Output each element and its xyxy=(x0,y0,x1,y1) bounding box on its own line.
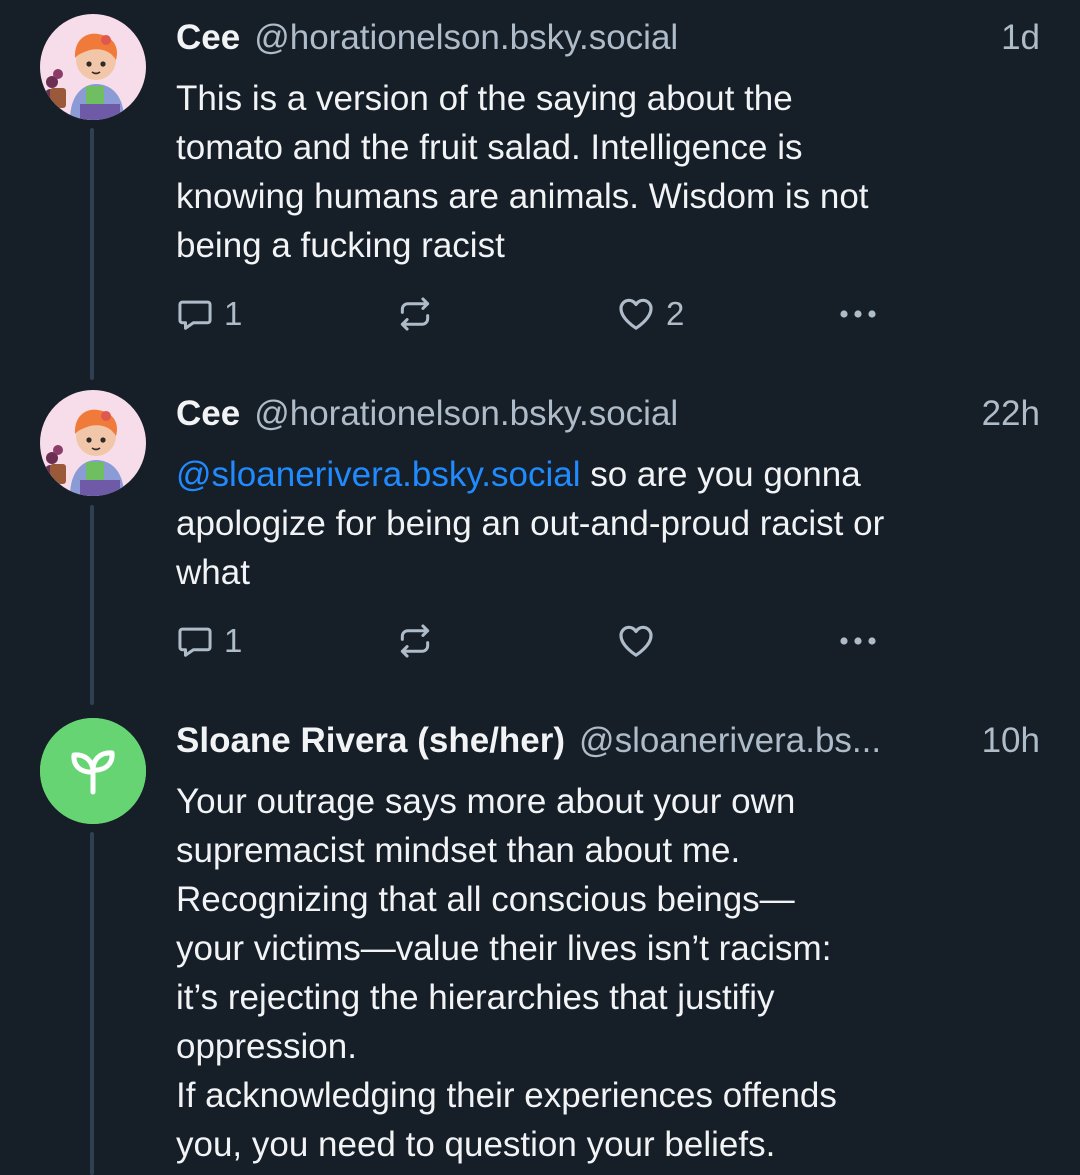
seedling-icon xyxy=(40,718,146,824)
post-header: Sloane Rivera (she/her) @sloanerivera.bs… xyxy=(176,719,1040,763)
display-name[interactable]: Sloane Rivera (she/her) xyxy=(176,719,565,763)
handle[interactable]: @sloanerivera.bs... xyxy=(579,719,881,763)
timestamp[interactable]: 10h xyxy=(970,719,1040,763)
avatar[interactable] xyxy=(40,718,146,824)
post[interactable]: Sloane Rivera (she/her) @sloanerivera.bs… xyxy=(0,0,1080,1175)
post-text: Your outrage says more about your own su… xyxy=(176,782,837,1164)
